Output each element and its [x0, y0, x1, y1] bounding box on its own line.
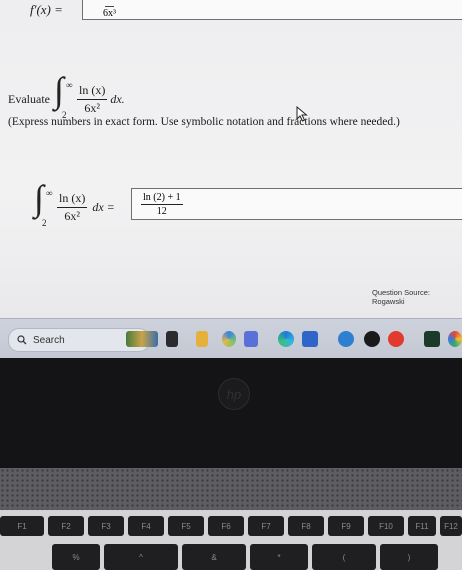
- instruction-text: (Express numbers in exact form. Use symb…: [8, 116, 400, 128]
- webpage: f′(x) = x 6x³ Evaluate ∫ ∞ 2 ln (x) 6x² …: [0, 0, 462, 318]
- evaluate-label: Evaluate: [8, 91, 50, 106]
- prev-question-lhs: f′(x) =: [30, 2, 63, 17]
- answer-integral-lower: 2: [42, 218, 47, 228]
- answer-integral-sign: ∫ ∞ 2: [34, 178, 53, 228]
- answer-input-box[interactable]: ln (2) + 1 12: [131, 188, 462, 220]
- integral-upper-limit: ∞: [65, 80, 73, 90]
- key-f8[interactable]: F8: [288, 516, 324, 536]
- mouse-cursor-icon: [296, 106, 308, 122]
- key-f6[interactable]: F6: [208, 516, 244, 536]
- widgets-icon[interactable]: [126, 331, 158, 347]
- prev-answer-fraction: x 6x³: [103, 0, 116, 19]
- app-icon[interactable]: [338, 331, 354, 347]
- key-6[interactable]: ^: [104, 544, 178, 570]
- integral-sign: ∫ ∞ 2: [53, 70, 73, 120]
- key-f2[interactable]: F2: [48, 516, 84, 536]
- question-source: Question Source: Rogawski: [372, 288, 430, 306]
- prev-question-row: f′(x) =: [30, 2, 63, 18]
- chrome-icon[interactable]: [448, 331, 462, 347]
- task-view-icon[interactable]: [166, 331, 178, 347]
- tiktok-icon[interactable]: [364, 331, 380, 347]
- key-f12[interactable]: F12: [440, 516, 462, 536]
- answer-row: ∫ ∞ 2 ln (x) 6x² dx =: [34, 178, 115, 228]
- answer-integrand-fraction: ln (x) 6x²: [57, 191, 88, 224]
- hp-logo-icon: hp: [218, 378, 250, 410]
- integrand-numerator: ln (x): [76, 83, 108, 100]
- key-f1[interactable]: F1: [0, 516, 44, 536]
- teams-icon[interactable]: [244, 331, 258, 347]
- search-placeholder: Search: [33, 334, 65, 346]
- key-9[interactable]: (: [312, 544, 376, 570]
- key-f3[interactable]: F3: [88, 516, 124, 536]
- file-explorer-icon[interactable]: [196, 331, 208, 347]
- photos-icon[interactable]: [222, 331, 236, 347]
- prev-answer-denominator: 6x³: [103, 7, 116, 19]
- speaker-grille: [0, 468, 462, 510]
- integrand-fraction: ln (x) 6x²: [76, 83, 108, 116]
- store-icon[interactable]: [302, 331, 318, 347]
- key-f4[interactable]: F4: [128, 516, 164, 536]
- dx-label: dx.: [110, 91, 125, 106]
- screen-bezel: [0, 358, 462, 468]
- key-5[interactable]: %: [52, 544, 100, 570]
- keyboard: F1 F2 F3 F4 F5 F6 F7 F8 F9 F10 F11 F12 %…: [0, 510, 462, 570]
- key-f5[interactable]: F5: [168, 516, 204, 536]
- answer-fraction: ln (2) + 1 12: [141, 192, 183, 217]
- key-0[interactable]: ): [380, 544, 438, 570]
- answer-denominator: 12: [156, 205, 167, 217]
- hulu-icon[interactable]: [424, 331, 440, 347]
- answer-integrand-denominator: 6x²: [64, 208, 80, 223]
- answer-numerator: ln (2) + 1: [141, 191, 183, 205]
- key-f9[interactable]: F9: [328, 516, 364, 536]
- key-7[interactable]: &: [182, 544, 246, 570]
- edge-browser-icon[interactable]: [278, 331, 294, 347]
- integrand-denominator: 6x²: [84, 100, 100, 115]
- search-icon: [17, 335, 27, 345]
- media-app-icon[interactable]: [388, 331, 404, 347]
- answer-integrand-numerator: ln (x): [57, 191, 88, 208]
- key-f10[interactable]: F10: [368, 516, 404, 536]
- key-f7[interactable]: F7: [248, 516, 284, 536]
- windows-taskbar: Search: [0, 318, 462, 359]
- dx-equals-label: dx =: [92, 199, 115, 214]
- question-statement: Evaluate ∫ ∞ 2 ln (x) 6x² dx.: [8, 70, 125, 120]
- prev-answer-box[interactable]: x 6x³: [82, 0, 462, 20]
- answer-integral-upper: ∞: [46, 188, 53, 198]
- key-f11[interactable]: F11: [408, 516, 436, 536]
- key-8[interactable]: *: [250, 544, 308, 570]
